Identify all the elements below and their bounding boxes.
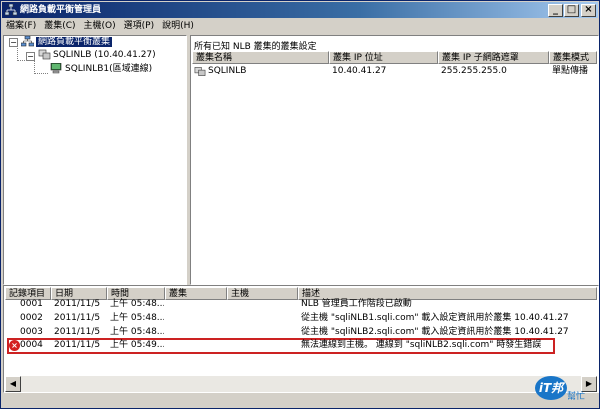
minimize-button[interactable]: _ <box>548 4 563 17</box>
log-entry: 0004 <box>20 340 43 350</box>
close-button[interactable]: × <box>581 4 596 17</box>
tree-connector <box>17 60 25 61</box>
menu-options[interactable]: 選項(P) <box>120 18 158 34</box>
menu-file[interactable]: 檔案(F) <box>2 18 40 34</box>
log-entry: 0001 <box>20 299 43 309</box>
log-description: NLB 管理員工作階段已啟動 <box>301 299 412 309</box>
cell-subnet-mask: 255.255.255.0 <box>441 66 507 76</box>
column-header-cluster-mode[interactable]: 叢集模式 <box>549 51 597 64</box>
log-panel: 記錄項目 日期 時間 叢集 主機 描述 0001 2011/11/5 上午 05… <box>3 285 599 393</box>
column-header-cluster-ip[interactable]: 叢集 IP 位址 <box>329 51 438 64</box>
column-header-host[interactable]: 主機 <box>227 287 298 300</box>
cell-cluster-mode: 單點傳播 <box>552 66 589 76</box>
scroll-left-arrow-icon[interactable]: ◀ <box>5 376 21 392</box>
tree-cluster-label: SQLINLB (10.40.41.27) <box>53 50 156 60</box>
log-time: 上午 05:49... <box>110 340 164 350</box>
network-cluster-icon <box>21 36 34 47</box>
cluster-settings-panel: 所有已知 NLB 叢集的叢集設定 叢集名稱 叢集 IP 位址 叢集 IP 子網路… <box>190 35 599 285</box>
expand-cluster-toggle[interactable]: − <box>26 52 35 61</box>
logo-bubble: iT邦 <box>535 376 567 400</box>
log-entry: 0002 <box>20 313 43 323</box>
log-time: 上午 05:48... <box>110 299 164 309</box>
computer-icon <box>50 63 62 74</box>
window-title: 網路負載平衡管理員 <box>20 5 102 15</box>
tree-root-label: 網路負載平衡叢集 <box>36 37 113 47</box>
tree-host-label: SQLINLB1(區域連線) <box>65 64 153 74</box>
menu-help[interactable]: 說明(H) <box>158 18 198 34</box>
status-bar <box>2 394 598 408</box>
ithelp-logo: iT邦 幫忙 <box>533 375 595 405</box>
tree-item-host[interactable]: SQLINLB1(區域連線) <box>50 63 152 76</box>
network-icon <box>5 4 17 16</box>
cluster-icon <box>38 49 51 60</box>
column-header-subnet-mask[interactable]: 叢集 IP 子網路遮罩 <box>438 51 549 64</box>
cell-cluster-ip: 10.40.41.27 <box>332 66 387 76</box>
menu-cluster[interactable]: 叢集(C) <box>40 18 79 34</box>
log-date: 2011/11/5 <box>54 313 101 323</box>
log-description: 從主機 "sqliNLB1.sqli.com" 載入設定資訊用於叢集 10.40… <box>301 313 569 323</box>
column-header-cluster-name[interactable]: 叢集名稱 <box>192 51 329 64</box>
log-description: 無法連線到主機。 連線到 "sqliNLB2.sqli.com" 時發生錯誤 <box>301 340 542 350</box>
tree-item-root[interactable]: 網路負載平衡叢集 <box>21 36 113 49</box>
log-date: 2011/11/5 <box>54 340 101 350</box>
tree-connector <box>34 73 48 74</box>
menu-host[interactable]: 主機(O) <box>80 18 120 34</box>
main-window: 網路負載平衡管理員 _ □ × 檔案(F) 叢集(C) 主機(O) 選項(P) 說明(H… <box>0 0 600 409</box>
column-header-cluster[interactable]: 叢集 <box>165 287 227 300</box>
error-icon: × <box>9 340 20 351</box>
tree-item-cluster[interactable]: SQLINLB (10.40.41.27) <box>38 49 156 62</box>
cell-cluster-name: SQLINLB <box>208 66 247 76</box>
log-date: 2011/11/5 <box>54 299 101 309</box>
cluster-icon <box>194 67 206 76</box>
maximize-button[interactable]: □ <box>564 4 579 17</box>
logo-text: 幫忙 <box>567 392 586 402</box>
log-horizontal-scrollbar[interactable]: ◀ ▶ <box>5 376 597 392</box>
title-bar[interactable]: 網路負載平衡管理員 _ □ × <box>2 2 598 18</box>
cluster-tree[interactable]: − 網路負載平衡叢集 − SQLINLB (10.40.41.27) SQLIN… <box>3 35 187 285</box>
tree-connector <box>34 60 35 74</box>
expand-root-toggle[interactable]: − <box>9 38 18 47</box>
log-time: 上午 05:48... <box>110 313 164 323</box>
menu-bar: 檔案(F) 叢集(C) 主機(O) 選項(P) 說明(H) <box>2 18 598 34</box>
